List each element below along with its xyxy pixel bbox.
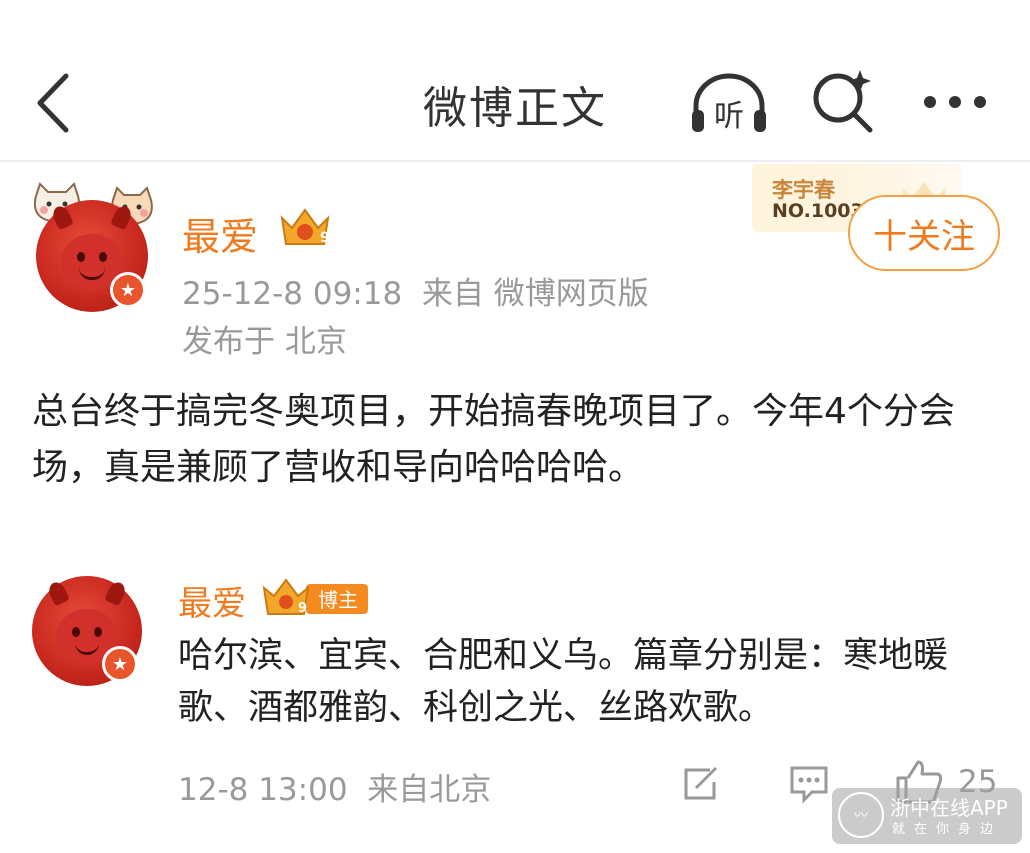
author-name[interactable]: 最爱 [182, 206, 258, 261]
search-icon[interactable] [810, 68, 876, 134]
post-time: 25-12-8 09:18 [182, 276, 403, 312]
post-text: 总台终于搞完冬奥项目，开始搞春晚项目了。今年4个分会场，真是兼顾了营收和导向哈哈… [32, 391, 955, 488]
comment-icon[interactable] [788, 764, 830, 804]
comment-location: 来自北京 [367, 772, 492, 808]
listen-headphones-icon[interactable]: 听 [688, 70, 770, 136]
top-bar: 微博正文 听 [0, 0, 1030, 162]
blogger-badge-label: 博主 [318, 588, 358, 612]
vip-crown-icon: 9 [280, 208, 330, 246]
commenter-name[interactable]: 最爱 [178, 576, 246, 625]
post-location: 发布于 北京 [182, 324, 347, 360]
post-source: 来自 微博网页版 [421, 276, 649, 312]
watermark-title: 浙中在线APP [890, 796, 1008, 820]
commenter-vip-badge: 9 博主 [262, 578, 368, 616]
comment-text: 哈尔滨、宜宾、合肥和义乌。篇章分别是：寒地暖歌、酒都雅韵、科创之光、丝路欢歌。 [178, 636, 949, 728]
commenter-vip-level: 9 [298, 601, 307, 616]
more-options-icon[interactable] [920, 82, 990, 122]
commenter-verified-icon: ★ [102, 646, 138, 682]
comment-meta: 12-8 13:00 来自北京 [178, 764, 491, 809]
repost-icon[interactable] [680, 764, 720, 804]
watermark-subtitle: 就在你身边 [892, 822, 1003, 837]
listen-label: 听 [714, 99, 744, 134]
comment-time: 12-8 13:00 [178, 772, 348, 808]
vip-level: 9 [320, 230, 330, 246]
verified-badge-icon: ★ [110, 272, 146, 308]
watermark-logo-icon: 〰 [838, 792, 884, 838]
follow-button[interactable]: 十关注 [848, 195, 1000, 271]
post-meta: 25-12-8 09:18 来自 微博网页版 [182, 268, 649, 313]
